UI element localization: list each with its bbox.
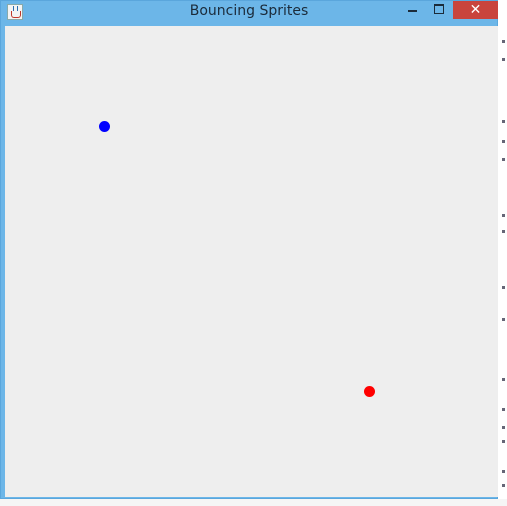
- red-sprite: [364, 386, 375, 397]
- bg-mark: [502, 318, 505, 321]
- background-window-edge: [498, 0, 507, 506]
- sprite-canvas: [5, 26, 498, 497]
- close-icon: ✕: [469, 2, 482, 18]
- bg-mark: [502, 214, 505, 217]
- bg-mark: [502, 140, 505, 143]
- bg-mark: [502, 408, 505, 411]
- bg-mark: [502, 470, 505, 473]
- bg-mark: [502, 120, 505, 123]
- minimize-button[interactable]: [400, 1, 424, 19]
- title-bar[interactable]: Bouncing Sprites ✕: [1, 1, 498, 25]
- maximize-button[interactable]: [427, 1, 451, 19]
- bg-mark: [502, 58, 505, 61]
- app-window: Bouncing Sprites ✕: [0, 0, 498, 499]
- taskbar-edge: [0, 499, 507, 506]
- bg-mark: [502, 230, 505, 233]
- bg-mark: [502, 40, 505, 43]
- bg-mark: [502, 378, 505, 381]
- maximize-icon: [434, 4, 444, 14]
- bg-mark: [502, 158, 505, 161]
- blue-sprite: [99, 121, 110, 132]
- bg-mark: [502, 440, 505, 443]
- bg-mark: [502, 484, 505, 487]
- minimize-icon: [408, 10, 417, 12]
- bg-mark: [502, 426, 505, 429]
- close-button[interactable]: ✕: [453, 1, 498, 19]
- bg-mark: [502, 286, 505, 289]
